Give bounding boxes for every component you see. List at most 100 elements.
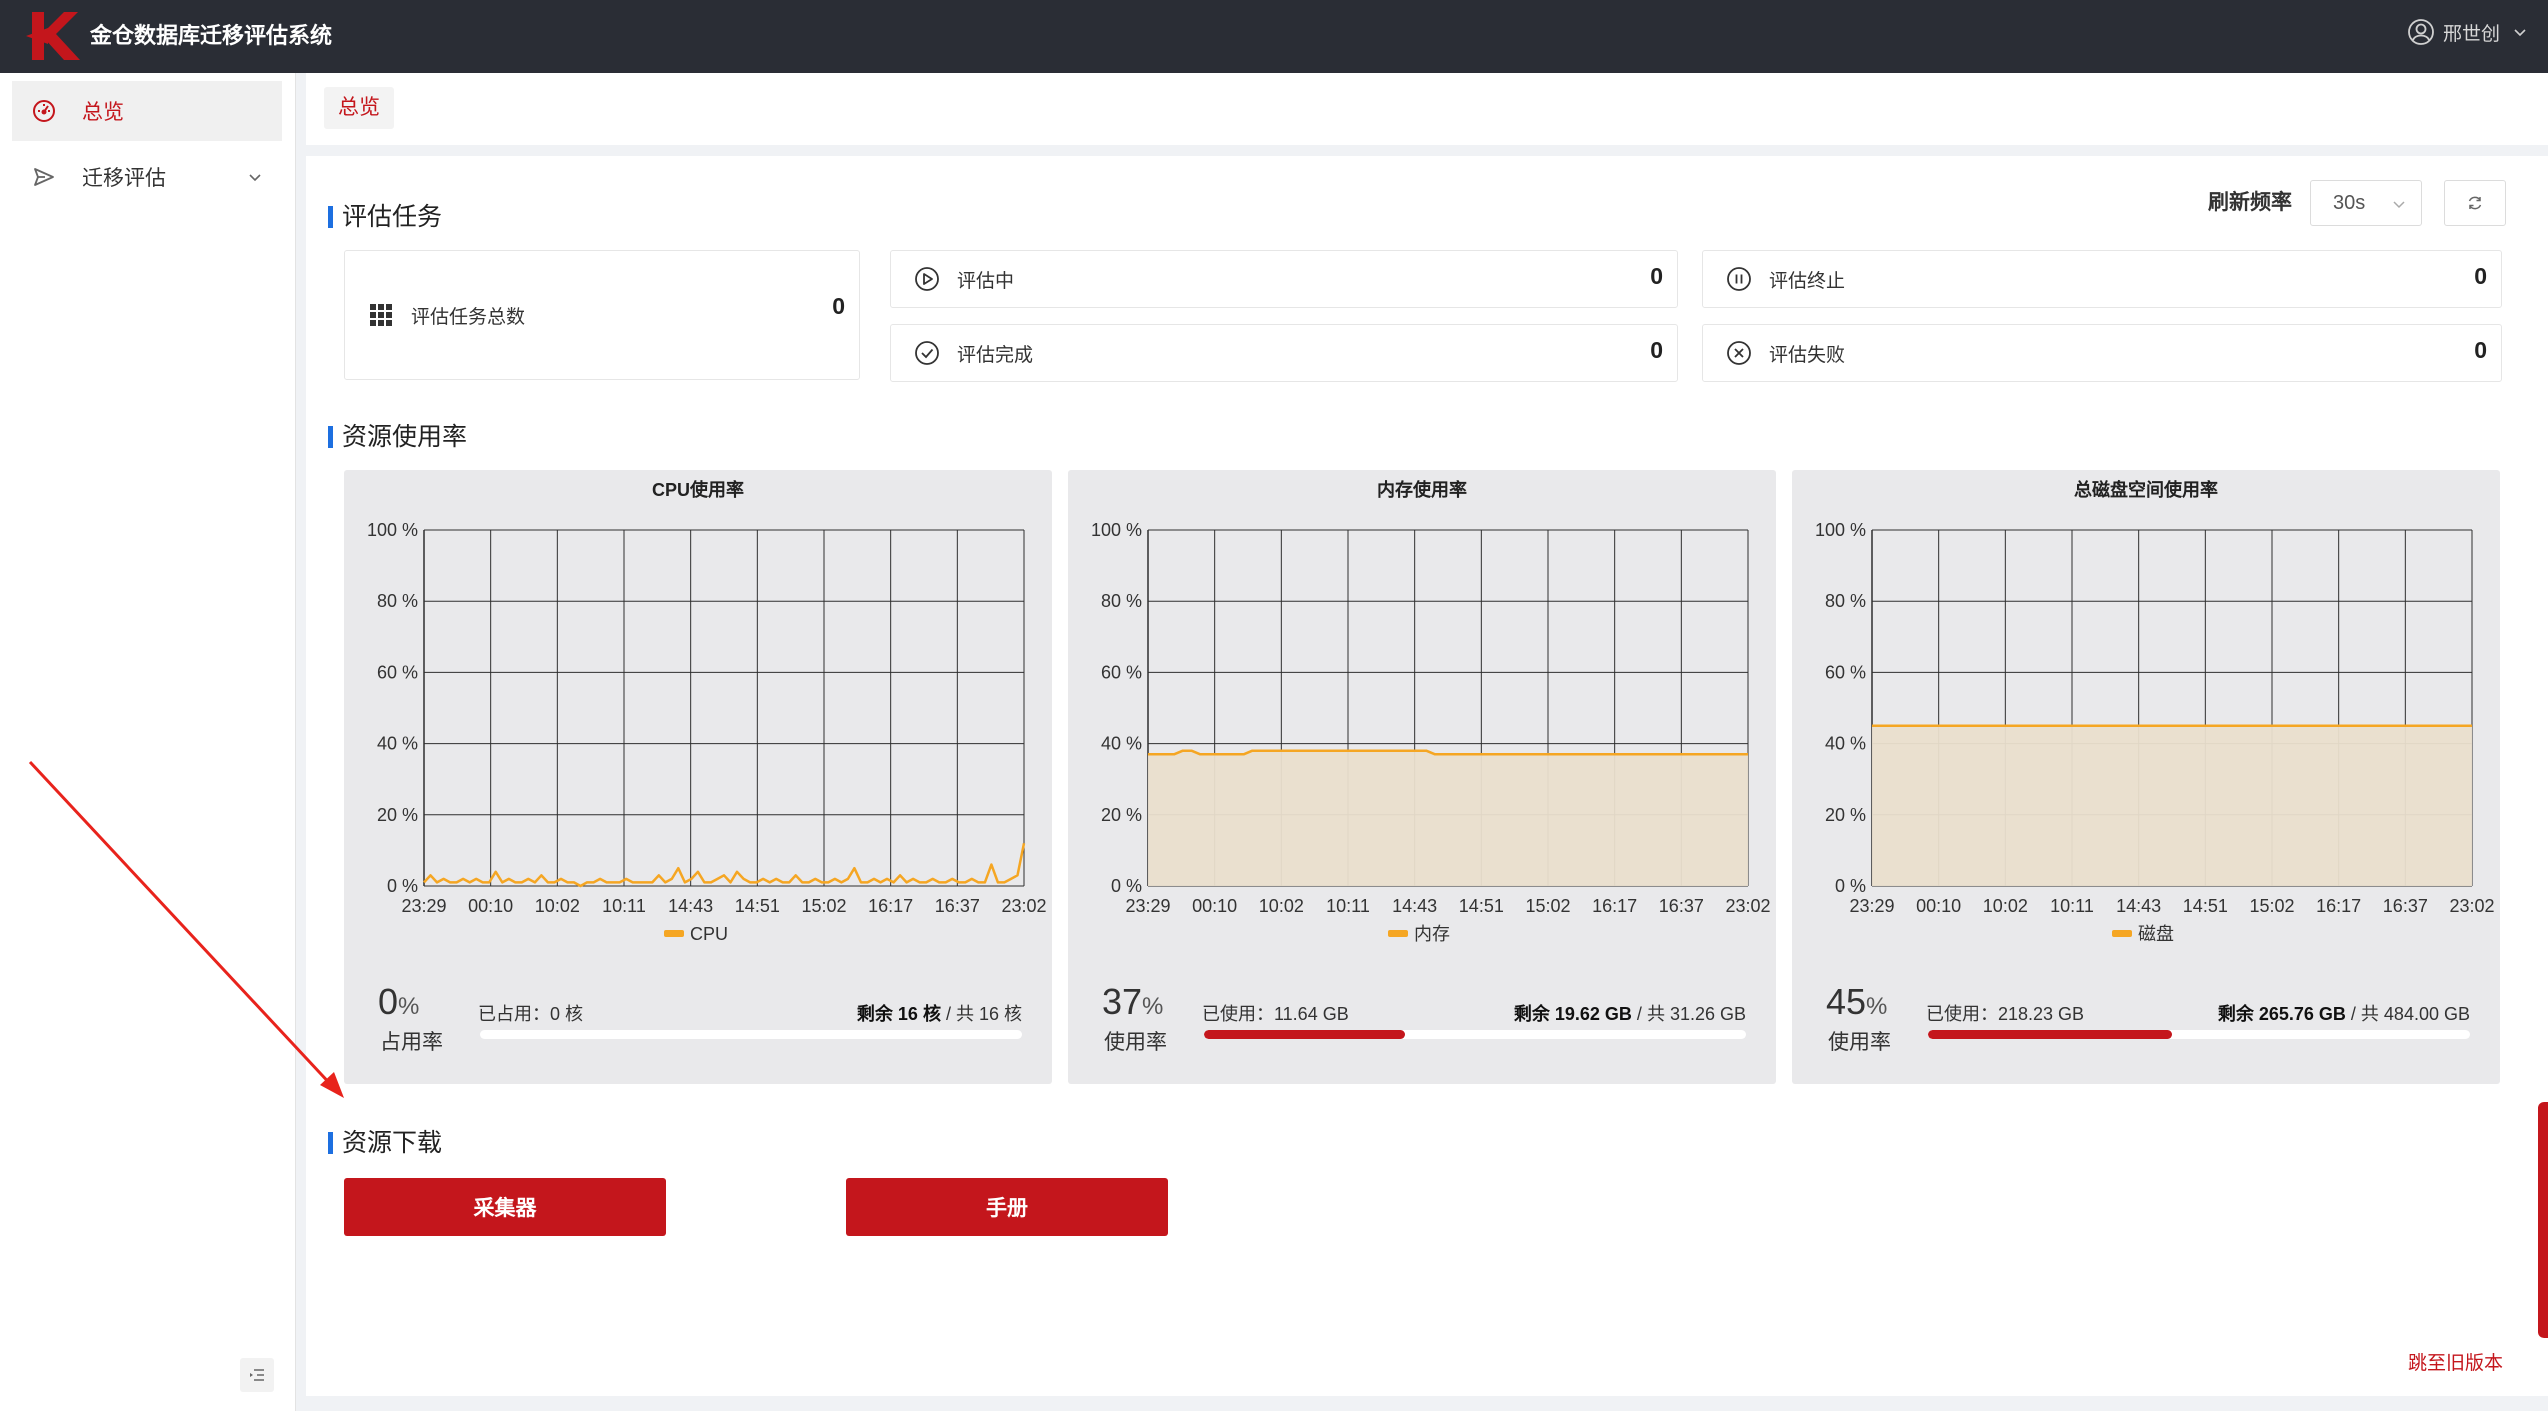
cpu-usage-chart: CPU使用率 0 % 20 % 40 % 60 % 80 % 100 % 23:29 00:10… bbox=[367, 479, 1047, 944]
download-collector-button[interactable]: 采集器 bbox=[344, 1178, 666, 1236]
usage-percent-unit: % bbox=[1866, 993, 1888, 1020]
section-title-resources: 资源使用率 bbox=[328, 422, 467, 452]
legend-swatch bbox=[1388, 930, 1408, 937]
usage-percent-value: 45 bbox=[1826, 981, 1867, 1022]
stat-card-stopped: 评估终止 0 bbox=[1702, 250, 2502, 308]
stat-label: 评估失败 bbox=[1769, 344, 1846, 366]
total-value: 共 31.26 GB bbox=[1646, 1004, 1746, 1024]
x-tick-label: 16:37 bbox=[2383, 896, 2428, 916]
y-tick-label: 0 % bbox=[1835, 876, 1866, 896]
legend-label: CPU bbox=[690, 924, 728, 944]
used-label: 已使用：218.23 GB bbox=[1926, 1004, 2085, 1024]
usage-percent: 45% bbox=[1826, 982, 1887, 1027]
usage-progress-bar bbox=[480, 1030, 1022, 1039]
legend-label: 磁盘 bbox=[2138, 924, 2174, 944]
x-tick-label: 14:51 bbox=[1459, 896, 1504, 916]
sidebar-item-overview[interactable]: 总览 bbox=[12, 81, 282, 141]
x-tick-label: 15:02 bbox=[1525, 896, 1570, 916]
top-header: 金仓数据库迁移评估系统 邢世创 bbox=[0, 0, 2548, 73]
stat-value: 0 bbox=[1650, 263, 1663, 289]
x-tick-label: 14:43 bbox=[668, 896, 713, 916]
check-circle-icon bbox=[915, 341, 939, 365]
stat-value: 0 bbox=[832, 293, 845, 319]
stat-card-running: 评估中 0 bbox=[890, 250, 1678, 308]
used-label: 已使用：11.64 GB bbox=[1202, 1004, 1349, 1024]
x-tick-label: 23:29 bbox=[401, 896, 446, 916]
side-drawer-handle[interactable] bbox=[2538, 1102, 2548, 1338]
x-tick-label: 16:17 bbox=[2316, 896, 2361, 916]
y-tick-label: 80 % bbox=[1825, 591, 1866, 611]
kingbase-logo-icon[interactable] bbox=[26, 10, 80, 62]
x-tick-label: 10:02 bbox=[1983, 896, 2028, 916]
x-tick-label: 23:02 bbox=[1001, 896, 1046, 916]
stat-value: 0 bbox=[2474, 337, 2487, 363]
x-tick-label: 14:51 bbox=[2183, 896, 2228, 916]
download-manual-button[interactable]: 手册 bbox=[846, 1178, 1168, 1236]
stat-label: 评估中 bbox=[957, 270, 1015, 292]
remain-label: 剩余 265.76 GB / 共 484.00 GB bbox=[2217, 1004, 2470, 1024]
usage-percent-value: 37 bbox=[1102, 981, 1143, 1022]
y-tick-label: 40 % bbox=[1101, 734, 1142, 754]
y-tick-label: 100 % bbox=[1815, 520, 1866, 540]
usage-progress-bar bbox=[1204, 1030, 1746, 1039]
stat-label: 评估完成 bbox=[957, 344, 1034, 366]
user-menu[interactable]: 邢世创 bbox=[2407, 18, 2528, 46]
sidebar: 总览 迁移评估 bbox=[0, 73, 296, 1411]
disk-usage-chart: 总磁盘空间使用率 0 % 20 % 40 % 60 % 80 % 100 % 23:29 00:… bbox=[1815, 479, 2495, 944]
chevron-down-icon bbox=[249, 174, 261, 182]
usage-progress-bar bbox=[1928, 1030, 2470, 1039]
refresh-button[interactable] bbox=[2444, 180, 2506, 226]
sidebar-item-migration[interactable]: 迁移评估 bbox=[12, 147, 282, 207]
y-tick-label: 60 % bbox=[377, 662, 418, 682]
user-name: 邢世创 bbox=[2442, 23, 2500, 45]
refresh-label: 刷新频率 bbox=[2208, 191, 2292, 214]
y-tick-label: 40 % bbox=[1825, 734, 1866, 754]
remain-label: 剩余 19.62 GB / 共 31.26 GB bbox=[1513, 1004, 1746, 1024]
usage-percent-unit: % bbox=[398, 993, 420, 1020]
x-tick-label: 10:02 bbox=[1259, 896, 1304, 916]
x-tick-label: 00:10 bbox=[1192, 896, 1237, 916]
y-tick-label: 40 % bbox=[377, 734, 418, 754]
dashboard-icon bbox=[33, 100, 55, 122]
x-tick-label: 15:02 bbox=[801, 896, 846, 916]
x-tick-label: 23:29 bbox=[1849, 896, 1894, 916]
x-tick-label: 00:10 bbox=[468, 896, 513, 916]
x-tick-label: 23:02 bbox=[1725, 896, 1770, 916]
refresh-icon bbox=[2468, 196, 2482, 210]
x-tick-label: 10:11 bbox=[2050, 896, 2094, 916]
main-content: 评估任务 刷新频率 30s 评估任务总数 0 评估中 0 评估终止 0 评估完成… bbox=[306, 156, 2548, 1396]
x-tick-label: 00:10 bbox=[1916, 896, 1961, 916]
collapse-sidebar-button[interactable] bbox=[240, 1358, 274, 1392]
series-line bbox=[423, 843, 1026, 888]
series-area bbox=[1148, 750, 1748, 886]
memory-usage-card: 内存使用率 0 % 20 % 40 % 60 % 80 % 100 % 23:29 00:10 1… bbox=[1068, 470, 1776, 1084]
series-line bbox=[1148, 749, 1748, 756]
chart-title: 总磁盘空间使用率 bbox=[2074, 479, 2218, 500]
sidebar-item-label: 总览 bbox=[82, 101, 124, 124]
y-tick-label: 60 % bbox=[1825, 662, 1866, 682]
refresh-rate-select[interactable]: 30s bbox=[2310, 180, 2422, 226]
usage-percent: 37% bbox=[1102, 982, 1163, 1027]
x-tick-label: 10:11 bbox=[1326, 896, 1370, 916]
old-version-link[interactable]: 跳至旧版本 bbox=[2408, 1348, 2503, 1375]
usage-percent-unit: % bbox=[1142, 993, 1164, 1020]
stat-card-total: 评估任务总数 0 bbox=[344, 250, 860, 380]
x-tick-label: 16:17 bbox=[868, 896, 913, 916]
tab-overview[interactable]: 总览 bbox=[324, 87, 394, 129]
usage-progress-fill bbox=[1204, 1030, 1405, 1039]
sidebar-item-label: 迁移评估 bbox=[82, 167, 166, 190]
usage-progress-fill bbox=[1928, 1030, 2172, 1039]
y-tick-label: 100 % bbox=[367, 520, 418, 540]
remain-value: 剩余 265.76 GB bbox=[2217, 1004, 2346, 1024]
y-tick-label: 20 % bbox=[1825, 805, 1866, 825]
refresh-rate-value: 30s bbox=[2333, 191, 2366, 214]
usage-percent-label: 使用率 bbox=[1828, 1031, 1891, 1054]
total-value: 共 484.00 GB bbox=[2360, 1004, 2470, 1024]
legend-label: 内存 bbox=[1414, 924, 1450, 944]
chevron-down-icon bbox=[2514, 29, 2526, 37]
x-tick-label: 23:29 bbox=[1125, 896, 1170, 916]
x-circle-icon bbox=[1727, 341, 1751, 365]
usage-percent-label: 占用率 bbox=[380, 1031, 443, 1054]
total-value: 共 16 核 bbox=[955, 1004, 1022, 1024]
chart-title: 内存使用率 bbox=[1377, 479, 1467, 500]
